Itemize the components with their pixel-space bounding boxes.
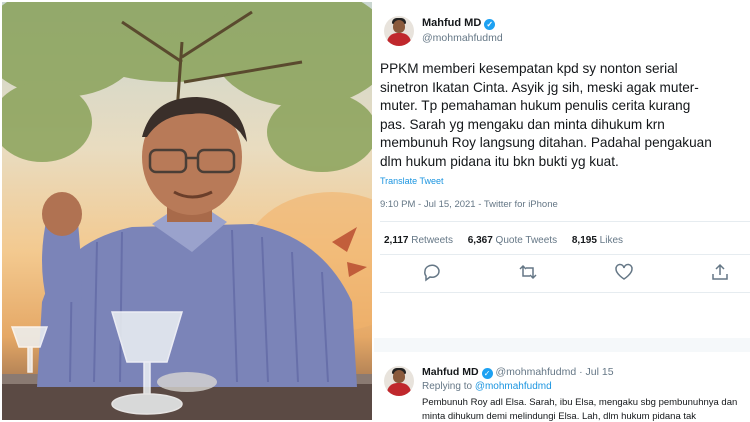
likes-label: Likes: [599, 235, 624, 246]
retweets-count: 2,117: [384, 235, 409, 246]
tweet-timestamp[interactable]: 9:10 PM - Jul 15, 2021 - Twitter for iPh…: [380, 199, 558, 210]
reply-header: Mahfud MD ✓ @mohmahfudmd · Jul 15: [422, 366, 614, 379]
engagement-stats: 2,117 Retweets 6,367 Quote Tweets 8,195 …: [384, 235, 635, 246]
retweets-stat[interactable]: 2,117 Retweets: [384, 235, 453, 246]
reply-text: Pembunuh Roy adl Elsa. Sarah, ibu Elsa, …: [422, 396, 750, 422]
divider: [380, 254, 750, 255]
tweet-actions: [414, 262, 734, 284]
quote-count: 6,367: [467, 235, 493, 246]
tweet-line: pas. Sarah yg mengaku dan minta dihukum …: [380, 116, 665, 132]
tweet-line: PPKM memberi kesempatan kpd sy nonton se…: [380, 61, 678, 76]
reply-date[interactable]: Jul 15: [586, 366, 614, 378]
tweet-line: sinetron Ikatan Cinta. Asyik jg sih, mes…: [380, 79, 699, 95]
reply-avatar[interactable]: [384, 366, 414, 396]
reply-dot: ·: [579, 366, 583, 378]
translate-tweet-link[interactable]: Translate Tweet: [380, 176, 444, 186]
replying-prefix: Replying to: [422, 381, 473, 392]
section-separator: [374, 338, 750, 352]
likes-stat[interactable]: 8,195 Likes: [572, 235, 623, 246]
retweet-icon[interactable]: [518, 262, 538, 282]
reply-author-handle[interactable]: @mohmahfudmd: [496, 366, 577, 378]
avatar[interactable]: [384, 16, 414, 46]
photo-panel: [2, 2, 372, 420]
verified-badge-icon: ✓: [484, 19, 496, 30]
quote-label: Quote Tweets: [495, 235, 558, 246]
divider: [380, 292, 750, 293]
retweets-label: Retweets: [411, 235, 453, 246]
quote-tweets-stat[interactable]: 6,367 Quote Tweets: [468, 235, 557, 246]
portrait-photo: [2, 2, 372, 420]
tweet-line: membunuh Roy langsung ditahan. Padahal p…: [380, 135, 712, 151]
reply-author-name[interactable]: Mahfud MD: [422, 366, 479, 378]
tweet-line: muter. Tp pemahaman hukum penulis cerita…: [380, 98, 691, 114]
share-icon[interactable]: [710, 262, 730, 282]
reply-line: minta dihukum demi melindungi Elsa. Lah,…: [422, 410, 697, 422]
author-name-text[interactable]: Mahfud MD: [422, 17, 481, 29]
author-name[interactable]: Mahfud MD ✓: [422, 17, 496, 30]
like-icon[interactable]: [614, 262, 634, 282]
tweet-text: PPKM memberi kesempatan kpd sy nonton se…: [380, 60, 750, 172]
reply-icon[interactable]: [422, 262, 442, 282]
replying-to-link[interactable]: @mohmahfudmd: [475, 381, 552, 392]
author-handle[interactable]: @mohmahfudmd: [422, 32, 503, 44]
reply-line: Pembunuh Roy adl Elsa. Sarah, ibu Elsa, …: [422, 397, 738, 408]
divider: [380, 221, 750, 222]
tweet-line: dlm hukum pidana itu bkn bukti yg kuat.: [380, 153, 619, 169]
composite-image: Mahfud MD ✓ @mohmahfudmd PPKM memberi kes…: [0, 0, 750, 422]
verified-badge-icon: ✓: [481, 368, 493, 379]
replying-to: Replying to @mohmahfudmd: [422, 381, 552, 392]
tweet-panel: Mahfud MD ✓ @mohmahfudmd PPKM memberi kes…: [374, 0, 750, 422]
likes-count: 8,195: [571, 235, 597, 246]
